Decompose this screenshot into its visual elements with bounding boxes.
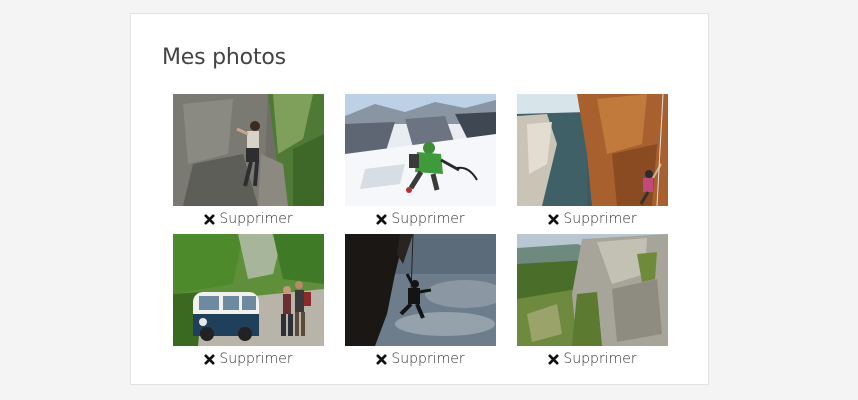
close-icon [204, 353, 215, 365]
close-icon [204, 213, 215, 225]
remove-label: Supprimer [219, 351, 293, 367]
photo-tile: Supprimer [173, 234, 324, 370]
close-icon [548, 353, 559, 365]
limestone-cliff-valley-icon[interactable] [517, 234, 668, 346]
close-icon [376, 213, 387, 225]
remove-photo-button[interactable]: Supprimer [173, 208, 324, 230]
climber-silhouette-overhang-icon[interactable] [345, 234, 496, 346]
photos-card: Mes photos Supprimer Supprimer Supprimer… [130, 13, 709, 385]
remove-label: Supprimer [563, 351, 637, 367]
section-title: Mes photos [162, 45, 286, 70]
rock-climber-on-wall-icon[interactable] [173, 94, 324, 206]
remove-photo-button[interactable]: Supprimer [517, 208, 668, 230]
close-icon [376, 353, 387, 365]
close-icon [548, 213, 559, 225]
remove-label: Supprimer [219, 211, 293, 227]
photo-grid: Supprimer Supprimer Supprimer Supprimer … [173, 94, 669, 370]
photo-tile: Supprimer [517, 234, 668, 370]
remove-photo-button[interactable]: Supprimer [345, 348, 496, 370]
van-with-two-people-icon[interactable] [173, 234, 324, 346]
remove-photo-button[interactable]: Supprimer [517, 348, 668, 370]
remove-photo-button[interactable]: Supprimer [345, 208, 496, 230]
remove-label: Supprimer [563, 211, 637, 227]
remove-label: Supprimer [391, 351, 465, 367]
photo-tile: Supprimer [345, 94, 496, 230]
photo-tile: Supprimer [345, 234, 496, 370]
photo-tile: Supprimer [517, 94, 668, 230]
photo-tile: Supprimer [173, 94, 324, 230]
remove-photo-button[interactable]: Supprimer [173, 348, 324, 370]
ice-climber-in-snow-icon[interactable] [345, 94, 496, 206]
cliff-above-sea-climber-icon[interactable] [517, 94, 668, 206]
remove-label: Supprimer [391, 211, 465, 227]
